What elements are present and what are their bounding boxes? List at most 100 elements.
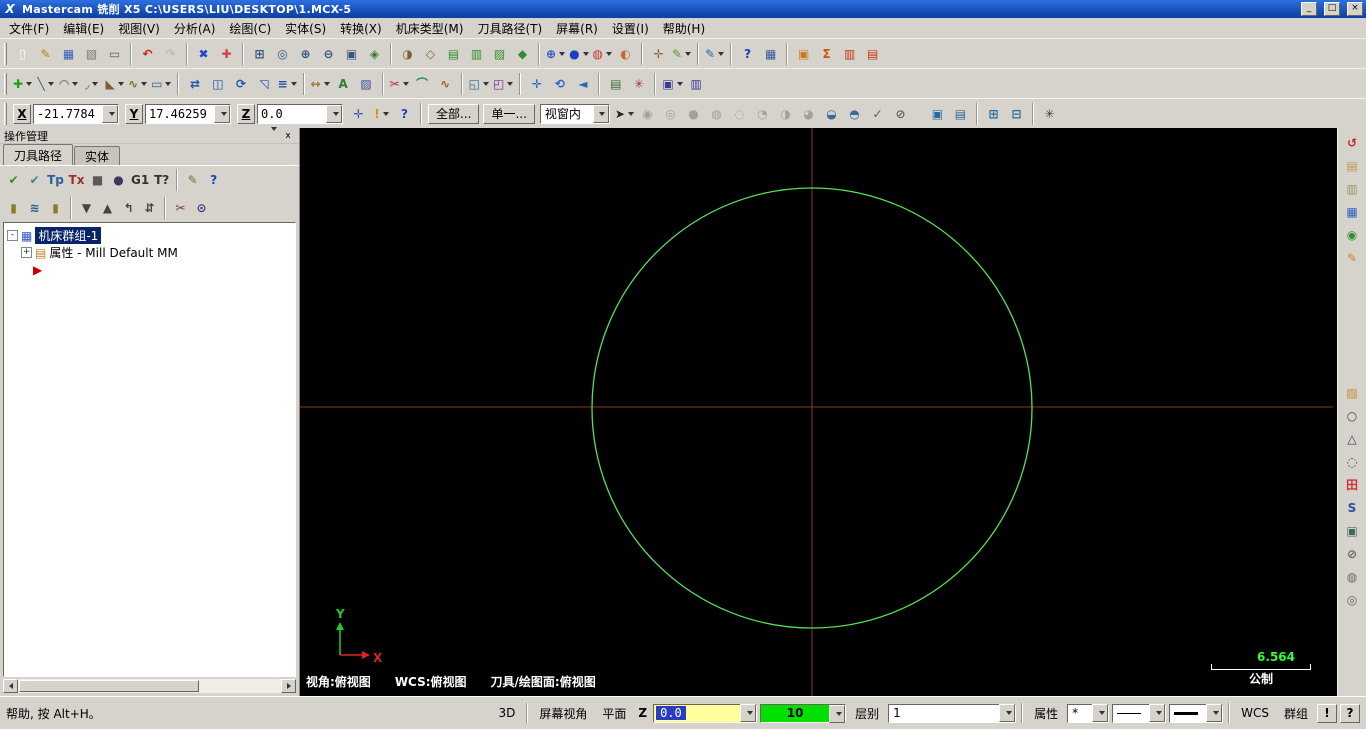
z-depth-button[interactable]: Z: [635, 704, 650, 722]
xform-rotate-button[interactable]: ⟳: [229, 73, 252, 95]
menu-item[interactable]: 设置(I): [605, 17, 656, 40]
menu-item[interactable]: 屏幕(R): [549, 17, 605, 40]
toggle-toolpath-display-button[interactable]: ≋: [24, 198, 45, 219]
display-toolpaths-button[interactable]: ▣: [926, 103, 949, 125]
menu-item[interactable]: 刀具路径(T): [470, 17, 549, 40]
quick-mask-clear-button[interactable]: ⊘: [889, 103, 912, 125]
3d-toggle-button[interactable]: 3D: [492, 704, 521, 722]
move-insert-up-button[interactable]: ▲: [97, 198, 118, 219]
toolbar-grip[interactable]: [4, 72, 7, 95]
tree-row-insert-position[interactable]: ▶: [33, 261, 292, 278]
spline-tool-button[interactable]: S: [1340, 496, 1365, 519]
level-dropdown[interactable]: [999, 704, 1016, 722]
panel-menu-button[interactable]: [265, 126, 279, 141]
attributes-button[interactable]: 属性: [1028, 703, 1064, 724]
shading-mode-button[interactable]: ●: [567, 43, 590, 65]
maximize-button[interactable]: □: [1324, 2, 1340, 16]
help-button[interactable]: ?: [736, 43, 759, 65]
expand-icon[interactable]: +: [21, 247, 32, 258]
select-all-dirty-button[interactable]: ✔: [24, 170, 45, 191]
only-display-selected-button[interactable]: ✂: [170, 198, 191, 219]
menu-item[interactable]: 实体(S): [278, 17, 333, 40]
menu-item[interactable]: 视图(V): [111, 17, 167, 40]
x-coordinate-button[interactable]: X: [13, 103, 31, 124]
planes-select-button[interactable]: ⊞: [982, 103, 1005, 125]
collapse-icon[interactable]: -: [7, 230, 18, 241]
quick-save-button[interactable]: ▦: [1340, 200, 1365, 223]
gview-wireframe-button[interactable]: ◇: [419, 43, 442, 65]
undo-button[interactable]: ↶: [136, 43, 159, 65]
xform-translate-button[interactable]: ⇄: [183, 73, 206, 95]
print-button[interactable]: ▭: [103, 43, 126, 65]
wcs-button[interactable]: WCS: [1235, 704, 1275, 722]
color-swatch[interactable]: 10: [761, 704, 830, 722]
operations-help-button[interactable]: ?: [203, 170, 224, 191]
level-combo[interactable]: 1: [888, 703, 1017, 723]
menu-item[interactable]: 绘图(C): [222, 17, 278, 40]
quick-help-button[interactable]: ?: [1340, 703, 1360, 723]
translucency-button[interactable]: ◐: [614, 43, 637, 65]
view-pan-button[interactable]: ✛: [525, 73, 548, 95]
panel-close-button[interactable]: x: [281, 131, 295, 141]
window-selection-combo[interactable]: 视窗内: [539, 103, 610, 124]
move-insert-arrow-button[interactable]: ↰: [118, 198, 139, 219]
tree-row-properties[interactable]: + ▤ 属性 - Mill Default MM: [21, 244, 292, 261]
line-width-dropdown[interactable]: [1206, 704, 1223, 722]
sketch-pencil-button[interactable]: ✎: [1340, 246, 1365, 269]
screen-toolpaths-button[interactable]: ⊙: [191, 198, 212, 219]
menu-item[interactable]: 帮助(H): [656, 17, 712, 40]
horizontal-scrollbar[interactable]: [3, 679, 296, 693]
solid-extrude-button[interactable]: ◰: [491, 73, 515, 95]
gview-iso-button[interactable]: ◆: [511, 43, 534, 65]
post-process-button[interactable]: G1: [129, 170, 151, 191]
circle-tool-button[interactable]: ○: [1340, 404, 1365, 427]
clipboard-button[interactable]: ▤: [1340, 154, 1365, 177]
color-dropdown[interactable]: [829, 704, 846, 723]
new-file-button[interactable]: ▯: [11, 43, 34, 65]
z-coordinate-button[interactable]: Z: [237, 103, 255, 124]
x-coordinate-input[interactable]: -21.7784: [33, 103, 119, 124]
highfeed-button[interactable]: T?: [151, 170, 172, 191]
quick-mask-group-button[interactable]: ◓: [843, 103, 866, 125]
file-merge-button[interactable]: ▧: [80, 43, 103, 65]
point-style-combo[interactable]: *: [1067, 703, 1110, 723]
mcx-convert-button[interactable]: ▣: [792, 43, 815, 65]
line-style-combo[interactable]: [1112, 703, 1167, 723]
menu-item[interactable]: 文件(F): [2, 17, 56, 40]
analyze-distance-button[interactable]: ✎: [703, 43, 726, 65]
menu-item[interactable]: 转换(X): [333, 17, 389, 40]
gview-shaded-button[interactable]: ◑: [396, 43, 419, 65]
zoom-out-button[interactable]: ⊖: [317, 43, 340, 65]
scroll-insert-button[interactable]: ⇵: [139, 198, 160, 219]
fast-point-button[interactable]: ✛: [347, 103, 370, 125]
attributes-set-button[interactable]: ✳: [627, 73, 650, 95]
wcs-sphere-button[interactable]: ⊕: [544, 43, 567, 65]
plane-button[interactable]: 平面: [596, 703, 632, 724]
color-combo[interactable]: 10: [760, 703, 847, 723]
blank-entity-button[interactable]: ◎: [1340, 588, 1365, 611]
ellipse-tool-button[interactable]: ◌: [1340, 450, 1365, 473]
save-file-button[interactable]: ▦: [57, 43, 80, 65]
view-rotate-button[interactable]: ⟲: [548, 73, 571, 95]
create-point-button[interactable]: ✚: [11, 73, 34, 95]
move-insert-down-button[interactable]: ▼: [76, 198, 97, 219]
view-previous-button[interactable]: ◄: [571, 73, 594, 95]
select-all-button[interactable]: 全部...: [428, 103, 480, 124]
delete-entities-button[interactable]: ✖: [192, 43, 215, 65]
menu-item[interactable]: 分析(A): [167, 17, 223, 40]
create-spline-button[interactable]: ∿: [126, 73, 149, 95]
screen-grid-button[interactable]: ▣: [1340, 519, 1365, 542]
scrollbar-track[interactable]: [200, 680, 281, 692]
toolpath-editor-button[interactable]: ▥: [685, 73, 708, 95]
select-all-operations-button[interactable]: ✔: [3, 170, 24, 191]
tab-solids[interactable]: 实体: [74, 146, 121, 165]
autocursor-config-button[interactable]: !: [370, 103, 393, 125]
groups-button[interactable]: 群组: [1278, 703, 1314, 724]
create-chamfer-button[interactable]: ◣: [103, 73, 126, 95]
xform-scale-button[interactable]: ◹: [252, 73, 275, 95]
sketch-button[interactable]: ✎: [34, 43, 57, 65]
net-collaborate-button[interactable]: ▥: [838, 43, 861, 65]
tab-toolpaths[interactable]: 刀具路径: [3, 144, 74, 165]
xform-offset-button[interactable]: ≡: [275, 73, 298, 95]
quick-mask-result-button[interactable]: ✓: [866, 103, 889, 125]
